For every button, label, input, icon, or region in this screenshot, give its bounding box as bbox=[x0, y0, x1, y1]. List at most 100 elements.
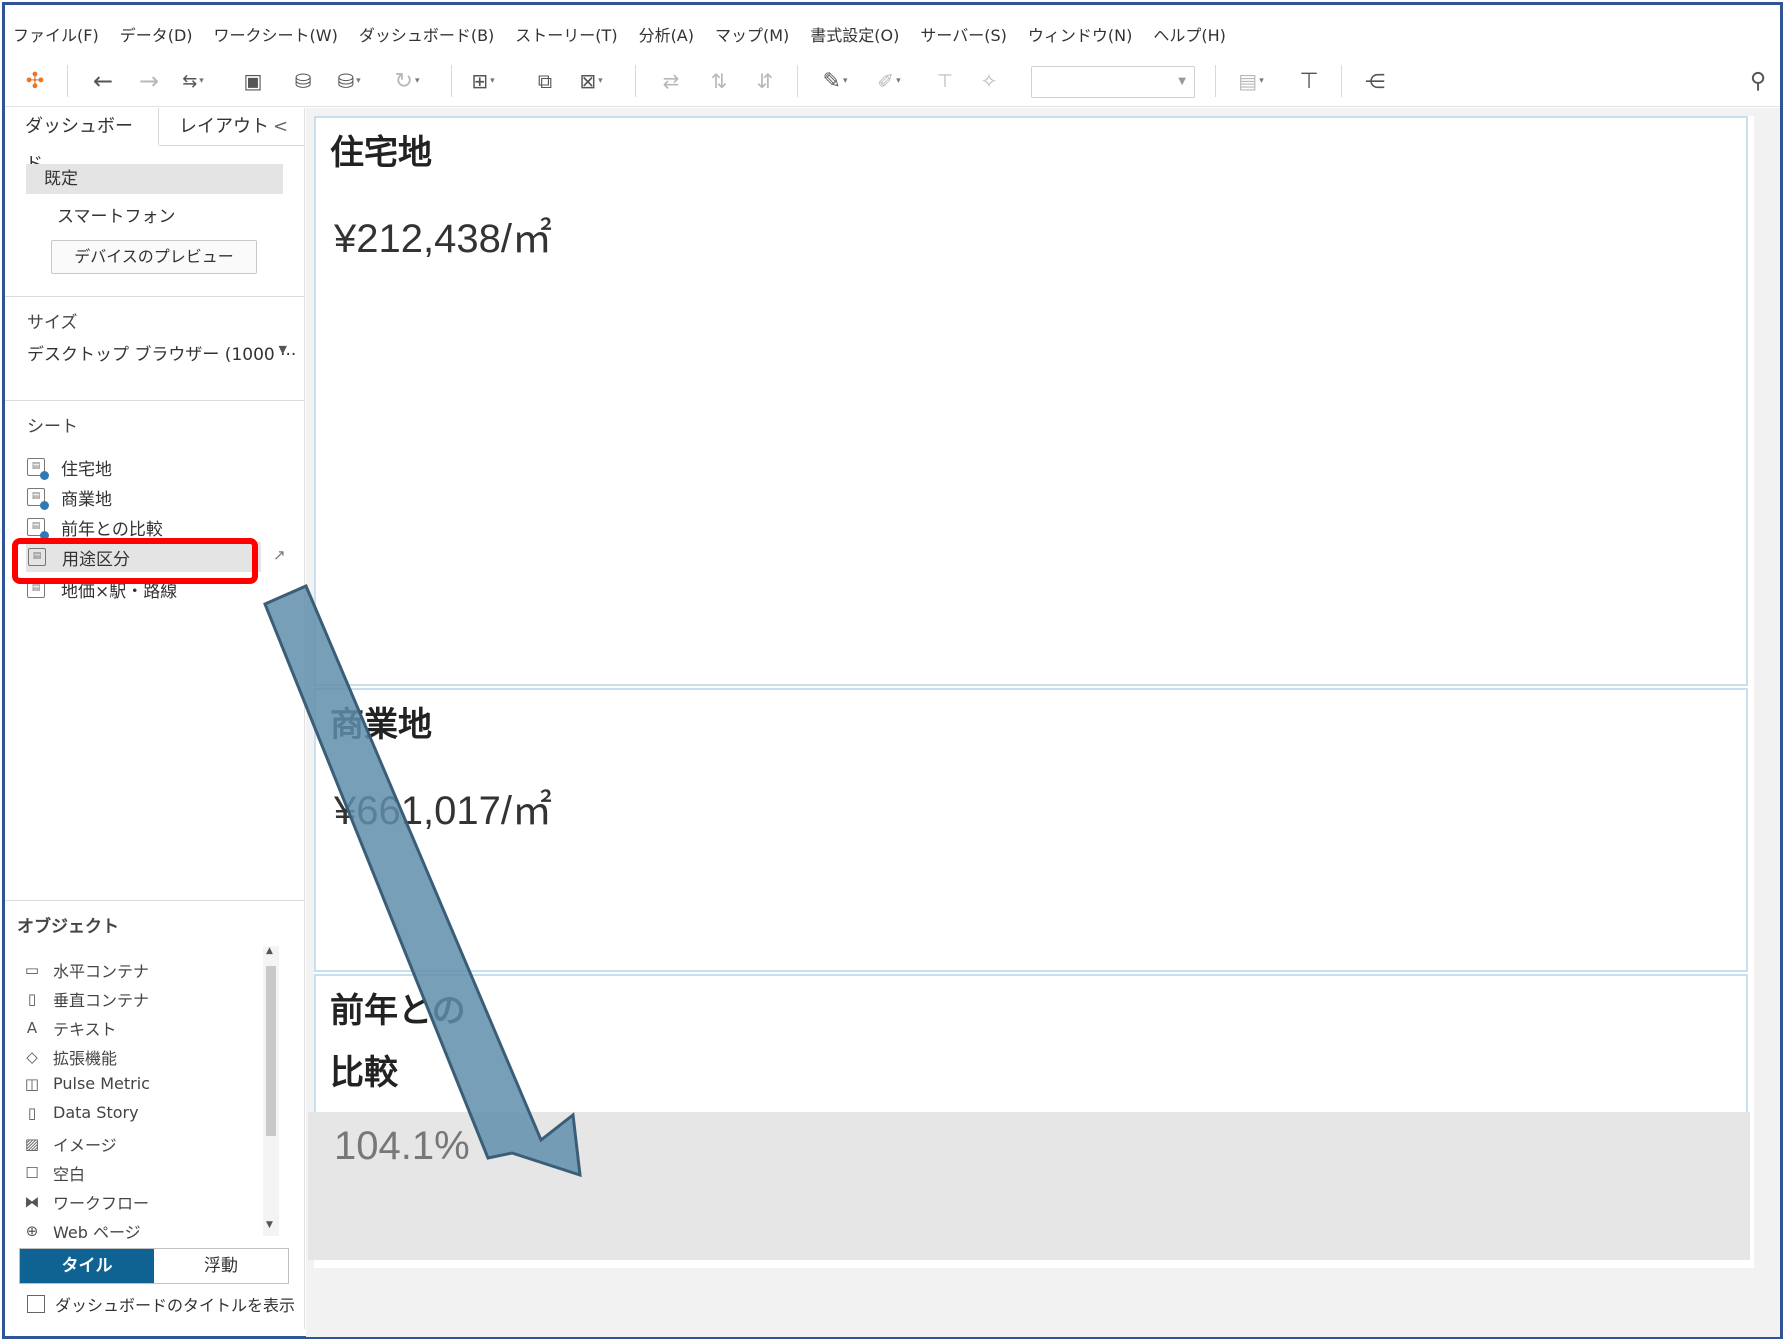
data-story-icon: ▯ bbox=[27, 1103, 37, 1122]
device-phone[interactable]: スマートフォン bbox=[57, 202, 176, 227]
object-workflow[interactable]: ⧓ ワークフロー bbox=[21, 1190, 150, 1214]
sheet-item-commercial[interactable]: ▤ 商業地 bbox=[27, 484, 112, 510]
object-label: 垂直コンテナ bbox=[53, 991, 150, 1010]
new-data-source-icon[interactable]: ⛁ bbox=[285, 63, 321, 99]
object-label: 空白 bbox=[53, 1165, 86, 1184]
pulse-metric-icon: ◫ bbox=[24, 1074, 40, 1093]
toolbar-separator bbox=[797, 65, 798, 97]
pause-updates-icon[interactable]: ⛁ ▾ bbox=[331, 63, 367, 99]
presentation-mode-icon[interactable]: ⊤ bbox=[1291, 63, 1327, 99]
format-painter-icon[interactable]: ⚲ bbox=[1740, 63, 1776, 99]
sheets-label: シート bbox=[27, 417, 78, 437]
object-data-story[interactable]: ▯ Data Story bbox=[21, 1103, 139, 1122]
menu-map[interactable]: マップ(M) bbox=[715, 22, 789, 46]
clear-sheet-icon[interactable]: ⊠ ▾ bbox=[573, 63, 609, 99]
menu-file[interactable]: ファイル(F) bbox=[13, 22, 99, 46]
highlight-icon[interactable]: ✎ ▾ bbox=[817, 63, 853, 99]
collapse-panel-icon[interactable]: < bbox=[273, 108, 288, 146]
object-label: ワークフロー bbox=[53, 1194, 150, 1213]
sheet-item-label: 前年との比較 bbox=[61, 519, 163, 540]
replay-icon[interactable]: ⇆ ▾ bbox=[175, 63, 211, 99]
dashboard-canvas: 住宅地 ¥212,438/㎡ 商業地 ¥661,017/㎡ 前年との 比較 10… bbox=[306, 108, 1780, 1329]
sheet-item-yoy-comparison[interactable]: ▤ 前年との比較 bbox=[27, 514, 163, 540]
sheet-residential[interactable]: 住宅地 ¥212,438/㎡ bbox=[314, 116, 1748, 686]
sort-ascending-icon[interactable]: ⇅ bbox=[701, 63, 737, 99]
redo-icon[interactable]: → bbox=[131, 63, 167, 99]
menu-server[interactable]: サーバー(S) bbox=[920, 22, 1006, 46]
device-default[interactable]: 既定 bbox=[26, 164, 283, 194]
undo-icon[interactable]: ← bbox=[85, 63, 121, 99]
sheet-icon: ▤ bbox=[27, 488, 49, 510]
object-label: イメージ bbox=[53, 1136, 117, 1155]
save-icon[interactable]: ▣ bbox=[235, 63, 271, 99]
swap-rows-columns-icon[interactable]: ⇄ bbox=[653, 63, 689, 99]
fit-select[interactable]: ▼ bbox=[1031, 66, 1195, 98]
objects-scrollbar-thumb[interactable] bbox=[266, 966, 276, 1136]
tableau-logo-icon[interactable]: ✣ bbox=[17, 63, 53, 99]
toolbar-separator bbox=[67, 65, 68, 97]
chevron-down-icon: ▼ bbox=[1178, 76, 1186, 87]
tab-layout[interactable]: レイアウト bbox=[159, 108, 289, 146]
object-label: テキスト bbox=[53, 1020, 117, 1039]
in-use-dot-icon bbox=[40, 471, 49, 480]
dashboard-area: 住宅地 ¥212,438/㎡ 商業地 ¥661,017/㎡ 前年との 比較 10… bbox=[308, 116, 1754, 1268]
object-pulse-metric[interactable]: ◫ Pulse Metric bbox=[21, 1074, 150, 1093]
kpi-value: ¥212,438/㎡ bbox=[334, 217, 552, 261]
device-preview-button[interactable]: デバイスのプレビュー bbox=[51, 240, 257, 274]
sheet-title: 前年との bbox=[330, 991, 466, 1031]
menu-dashboard[interactable]: ダッシュボード(B) bbox=[359, 22, 494, 46]
fix-axes-icon[interactable]: ✧ bbox=[971, 63, 1007, 99]
workflow-icon: ⧓ bbox=[24, 1193, 40, 1211]
sheet-commercial[interactable]: 商業地 ¥661,017/㎡ bbox=[314, 688, 1748, 972]
sort-descending-icon[interactable]: ⇵ bbox=[747, 63, 783, 99]
object-web-page[interactable]: ⊕ Web ページ bbox=[21, 1219, 141, 1243]
object-text[interactable]: A テキスト bbox=[21, 1016, 117, 1040]
tiled-option[interactable]: タイル bbox=[20, 1249, 154, 1283]
layout-toggle: タイル 浮動 bbox=[19, 1248, 289, 1284]
size-select-value: デスクトップ ブラウザー (1000 ··· bbox=[27, 345, 297, 365]
new-worksheet-icon[interactable]: ⊞ ▾ bbox=[465, 63, 501, 99]
menu-analysis[interactable]: 分析(A) bbox=[639, 22, 694, 46]
toolbar: ✣ ← → ⇆ ▾ ▣ ⛁ ⛁ ▾ ↻ ▾ ⊞ ▾ ⧉ ⊠ ▾ ⇄ ⇅ ⇵ ✎ ▾ ✐ ▾ ⊤… bbox=[5, 55, 1780, 107]
object-vertical-container[interactable]: ▯ 垂直コンテナ bbox=[21, 987, 149, 1011]
divider bbox=[5, 296, 305, 297]
menu-format[interactable]: 書式設定(O) bbox=[810, 22, 899, 46]
menu-story[interactable]: ストーリー(T) bbox=[515, 22, 617, 46]
menu-help[interactable]: ヘルプ(H) bbox=[1153, 22, 1226, 46]
scroll-down-icon[interactable]: ▼ bbox=[266, 1220, 273, 1230]
sheet-item-label: 商業地 bbox=[61, 489, 112, 510]
size-select[interactable]: デスクトップ ブラウザー (1000 ··· ▼ bbox=[27, 340, 296, 365]
object-horizontal-container[interactable]: ▭ 水平コンテナ bbox=[21, 958, 149, 982]
floating-option[interactable]: 浮動 bbox=[154, 1249, 288, 1283]
show-mark-labels-icon[interactable]: ⊤ bbox=[927, 63, 963, 99]
share-icon[interactable]: ⋲ bbox=[1357, 63, 1393, 99]
size-label: サイズ bbox=[27, 313, 78, 333]
refresh-icon[interactable]: ↻ ▾ bbox=[389, 63, 425, 99]
highlight-box bbox=[12, 538, 258, 584]
menu-window[interactable]: ウィンドウ(N) bbox=[1028, 22, 1132, 46]
chevron-down-icon: ▼ bbox=[278, 343, 287, 356]
menu-data[interactable]: データ(D) bbox=[120, 22, 193, 46]
kpi-value: 104.1% bbox=[334, 1124, 470, 1168]
show-title-checkbox[interactable]: ダッシュボードのタイトルを表示 bbox=[27, 1292, 295, 1316]
menu-worksheet[interactable]: ワークシート(W) bbox=[214, 22, 338, 46]
sheet-item-label: 住宅地 bbox=[61, 459, 112, 480]
web-page-icon: ⊕ bbox=[25, 1222, 39, 1240]
vertical-container-icon: ▯ bbox=[27, 990, 37, 1008]
scroll-up-icon[interactable]: ▲ bbox=[266, 946, 273, 956]
duplicate-sheet-icon[interactable]: ⧉ bbox=[527, 63, 563, 99]
divider bbox=[5, 400, 305, 401]
toolbar-separator bbox=[635, 65, 636, 97]
object-extension[interactable]: ◇ 拡張機能 bbox=[21, 1045, 117, 1069]
selection-shade bbox=[308, 1112, 1750, 1260]
panel-tabs: ダッシュボード レイアウト < bbox=[5, 108, 305, 175]
group-members-icon[interactable]: ✐ ▾ bbox=[871, 63, 907, 99]
object-blank[interactable]: ☐ 空白 bbox=[21, 1161, 85, 1185]
tab-dashboard[interactable]: ダッシュボード bbox=[5, 108, 159, 175]
object-image[interactable]: ▨ イメージ bbox=[21, 1132, 117, 1156]
horizontal-container-icon: ▭ bbox=[24, 961, 40, 979]
show-cards-icon[interactable]: ▤ ▾ bbox=[1233, 63, 1269, 99]
sheet-item-residential[interactable]: ▤ 住宅地 bbox=[27, 454, 112, 480]
open-sheet-icon[interactable]: ↗ bbox=[273, 546, 286, 564]
sheet-yoy-comparison[interactable]: 前年との 比較 104.1% bbox=[308, 974, 1750, 1260]
